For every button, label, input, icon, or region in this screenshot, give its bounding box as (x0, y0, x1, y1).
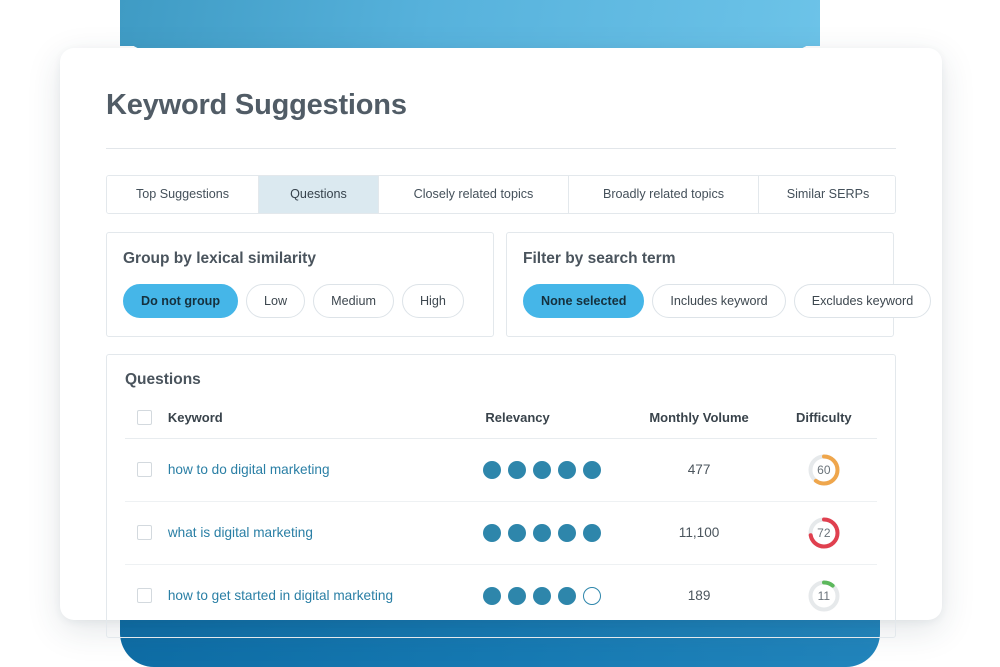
row-select-cell (125, 564, 168, 627)
row-select-cell (125, 501, 168, 565)
relevancy-dot-filled (533, 586, 552, 605)
questions-table-card: Questions Keyword Relevancy Monthly Volu… (106, 353, 896, 638)
relevancy-dot-filled (508, 460, 527, 479)
filter-by-search-term-panel: Filter by search term None selected Incl… (506, 231, 932, 337)
table-row: how to do digital marketing 477 60 (125, 438, 877, 502)
table-row: how to get started in digital marketing 1… (125, 564, 877, 627)
difficulty-value: 11 (817, 588, 831, 603)
relevancy-dot-filled (508, 523, 527, 542)
relevancy-dot-empty (583, 586, 602, 605)
table-header-row: Keyword Relevancy Monthly Volume Difficu… (125, 396, 877, 439)
relevancy-dot-filled (558, 523, 577, 542)
select-all-checkbox[interactable] (137, 409, 152, 425)
main-card: Keyword Suggestions Top Suggestions Ques… (60, 48, 942, 638)
relevancy-dots (479, 523, 627, 542)
tab-broadly-related-topics[interactable]: Broadly related topics (569, 175, 759, 213)
difficulty-donut: 72 (807, 516, 841, 550)
keyword-cell: how to do digital marketing (167, 438, 480, 502)
relevancy-dot-filled (483, 523, 502, 542)
keyword-link[interactable]: what is digital marketing (168, 525, 313, 540)
difficulty-value: 72 (817, 525, 831, 540)
header-difficulty[interactable]: Difficulty (770, 396, 877, 439)
relevancy-dots (479, 460, 627, 479)
group-option-do-not-group[interactable]: Do not group (123, 283, 239, 318)
search-term-option-none-selected[interactable]: None selected (523, 283, 645, 318)
header-monthly-volume[interactable]: Monthly Volume (627, 396, 771, 439)
search-term-panel-title: Filter by search term (523, 249, 676, 267)
row-checkbox[interactable] (137, 525, 152, 541)
questions-table: Keyword Relevancy Monthly Volume Difficu… (125, 396, 877, 627)
header-keyword[interactable]: Keyword (167, 396, 480, 439)
title-divider (106, 147, 896, 149)
group-by-lexical-similarity-panel: Group by lexical similarity Do not group… (106, 231, 494, 337)
monthly-volume-cell: 11,100 (627, 501, 771, 565)
difficulty-cell: 11 (771, 564, 877, 627)
relevancy-dot-filled (508, 586, 527, 605)
relevancy-cell (479, 501, 628, 565)
tab-similar-serps[interactable]: Similar SERPs (759, 175, 895, 213)
keyword-cell: what is digital marketing (167, 501, 480, 565)
table-row: what is digital marketing 11,100 72 (125, 501, 877, 565)
row-checkbox[interactable] (137, 462, 152, 478)
difficulty-donut: 60 (807, 453, 841, 487)
relevancy-dot-filled (558, 586, 577, 605)
tab-questions[interactable]: Questions (259, 175, 379, 213)
group-option-medium[interactable]: Medium (313, 283, 394, 318)
difficulty-cell: 72 (770, 501, 877, 565)
header-relevancy[interactable]: Relevancy (479, 396, 628, 439)
group-option-high[interactable]: High (401, 283, 464, 318)
tab-closely-related-topics[interactable]: Closely related topics (379, 175, 569, 213)
select-all-header (125, 396, 168, 439)
relevancy-dot-filled (533, 460, 552, 479)
difficulty-donut: 11 (807, 579, 841, 613)
difficulty-donut-wrap: 11 (771, 579, 877, 613)
page-title: Keyword Suggestions (106, 89, 407, 121)
tab-bar: Top Suggestions Questions Closely relate… (106, 174, 896, 214)
relevancy-cell (479, 438, 628, 502)
relevancy-dot-filled (533, 523, 552, 542)
relevancy-dots (479, 586, 627, 605)
relevancy-dot-filled (583, 460, 602, 479)
table-header: Keyword Relevancy Monthly Volume Difficu… (125, 396, 877, 439)
group-option-low[interactable]: Low (246, 283, 306, 318)
relevancy-cell (479, 564, 627, 627)
table-title: Questions (125, 370, 201, 388)
difficulty-cell: 60 (770, 438, 877, 502)
search-term-pill-row: None selected Includes keyword Excludes … (523, 283, 932, 318)
group-pill-row: Do not group Low Medium High (123, 283, 477, 318)
relevancy-dot-filled (483, 460, 502, 479)
relevancy-dot-filled (583, 523, 602, 542)
monthly-volume-cell: 477 (627, 438, 771, 502)
monthly-volume-cell: 189 (687, 588, 711, 604)
search-term-option-includes-keyword[interactable]: Includes keyword (652, 283, 786, 318)
search-term-option-excludes-keyword[interactable]: Excludes keyword (793, 283, 932, 318)
table-body: how to do digital marketing 477 60 what is … (125, 438, 877, 627)
filter-panels: Group by lexical similarity Do not group… (106, 231, 932, 337)
keyword-cell: how to get started in digital marketing (168, 564, 480, 627)
row-select-cell (125, 438, 168, 502)
row-checkbox[interactable] (137, 588, 152, 604)
tab-top-suggestions[interactable]: Top Suggestions (107, 175, 259, 213)
difficulty-donut-wrap: 60 (771, 453, 877, 487)
difficulty-value: 60 (817, 462, 831, 477)
keyword-link[interactable]: how to get started in digital marketing (168, 588, 393, 603)
relevancy-dot-filled (558, 460, 577, 479)
background-shape-top-fill (120, 0, 820, 46)
keyword-link[interactable]: how to do digital marketing (168, 462, 330, 477)
difficulty-donut-wrap: 72 (771, 516, 877, 550)
group-panel-title: Group by lexical similarity (123, 249, 316, 267)
relevancy-dot-filled (483, 586, 502, 605)
